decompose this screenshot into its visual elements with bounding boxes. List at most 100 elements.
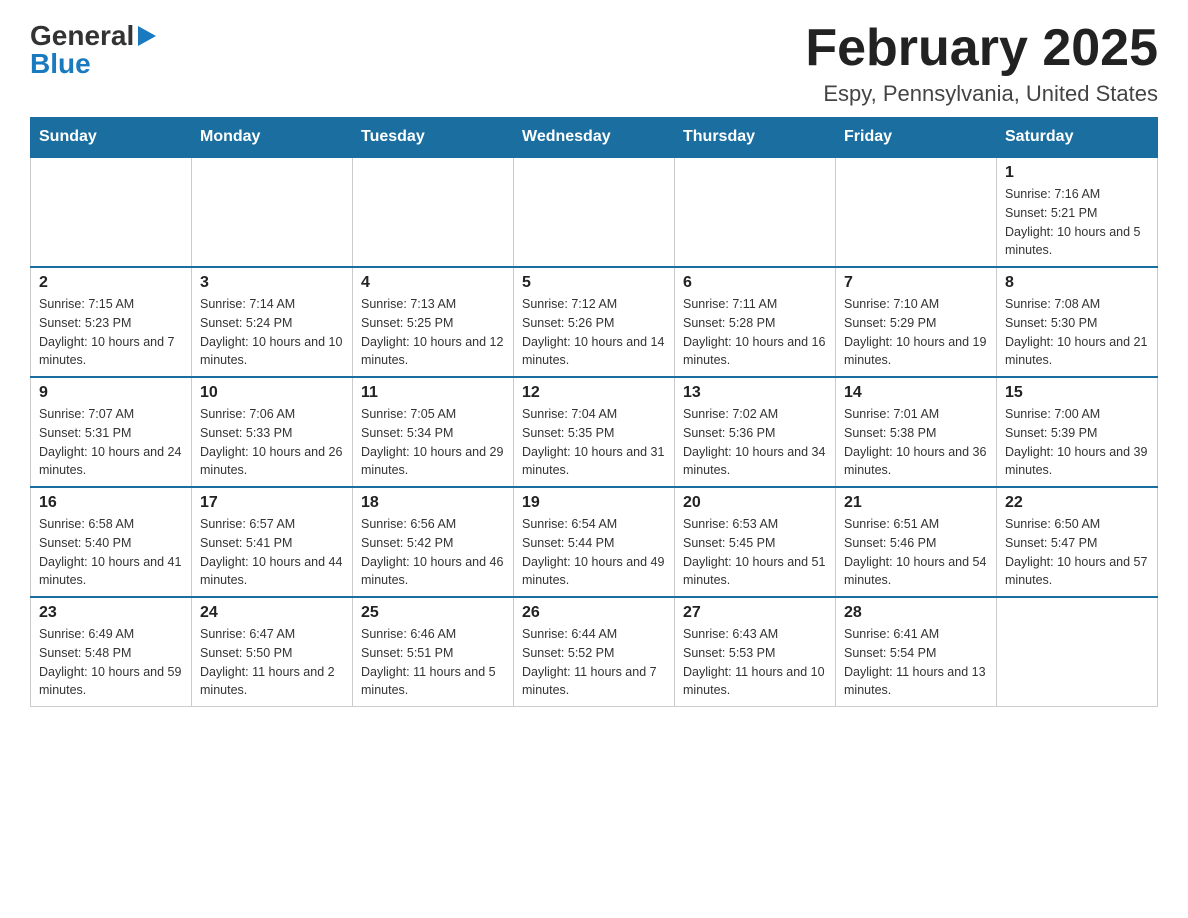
title-area: February 2025 Espy, Pennsylvania, United… [805,20,1158,107]
calendar-week-row: 16 Sunrise: 6:58 AM Sunset: 5:40 PM Dayli… [31,487,1158,597]
day-info: Sunrise: 6:50 AM Sunset: 5:47 PM Dayligh… [1005,515,1149,590]
calendar-cell: 10 Sunrise: 7:06 AM Sunset: 5:33 PM Dayli… [192,377,353,487]
day-info: Sunrise: 6:57 AM Sunset: 5:41 PM Dayligh… [200,515,344,590]
calendar-cell: 12 Sunrise: 7:04 AM Sunset: 5:35 PM Dayli… [514,377,675,487]
day-info: Sunrise: 7:01 AM Sunset: 5:38 PM Dayligh… [844,405,988,480]
calendar-cell: 24 Sunrise: 6:47 AM Sunset: 5:50 PM Dayli… [192,597,353,707]
calendar-week-row: 1Sunrise: 7:16 AM Sunset: 5:21 PM Daylig… [31,157,1158,267]
calendar-cell: 2Sunrise: 7:15 AM Sunset: 5:23 PM Daylig… [31,267,192,377]
day-number: 22 [1005,494,1149,512]
day-number: 7 [844,274,988,292]
day-number: 26 [522,604,666,622]
day-number: 9 [39,384,183,402]
weekday-header-thursday: Thursday [675,118,836,158]
calendar-cell [836,157,997,267]
logo-arrow-icon [138,26,156,46]
day-number: 6 [683,274,827,292]
day-number: 11 [361,384,505,402]
calendar-cell [192,157,353,267]
calendar-cell: 19 Sunrise: 6:54 AM Sunset: 5:44 PM Dayli… [514,487,675,597]
day-number: 8 [1005,274,1149,292]
calendar-week-row: 9 Sunrise: 7:07 AM Sunset: 5:31 PM Daylig… [31,377,1158,487]
day-number: 25 [361,604,505,622]
page-header: General Blue February 2025 Espy, Pennsyl… [30,20,1158,107]
calendar-cell: 17 Sunrise: 6:57 AM Sunset: 5:41 PM Dayli… [192,487,353,597]
calendar-cell [514,157,675,267]
day-info: Sunrise: 7:07 AM Sunset: 5:31 PM Dayligh… [39,405,183,480]
day-info: Sunrise: 7:05 AM Sunset: 5:34 PM Dayligh… [361,405,505,480]
calendar-cell: 5 Sunrise: 7:12 AM Sunset: 5:26 PM Daylig… [514,267,675,377]
weekday-header-tuesday: Tuesday [353,118,514,158]
day-number: 15 [1005,384,1149,402]
weekday-header-friday: Friday [836,118,997,158]
day-number: 27 [683,604,827,622]
calendar-cell: 7 Sunrise: 7:10 AM Sunset: 5:29 PM Daylig… [836,267,997,377]
day-number: 2 [39,274,183,292]
day-info: Sunrise: 6:41 AM Sunset: 5:54 PM Dayligh… [844,625,988,700]
day-number: 4 [361,274,505,292]
day-number: 19 [522,494,666,512]
day-info: Sunrise: 7:00 AM Sunset: 5:39 PM Dayligh… [1005,405,1149,480]
day-number: 5 [522,274,666,292]
day-info: Sunrise: 6:49 AM Sunset: 5:48 PM Dayligh… [39,625,183,700]
day-info: Sunrise: 6:58 AM Sunset: 5:40 PM Dayligh… [39,515,183,590]
day-number: 16 [39,494,183,512]
day-info: Sunrise: 6:53 AM Sunset: 5:45 PM Dayligh… [683,515,827,590]
calendar-cell: 22 Sunrise: 6:50 AM Sunset: 5:47 PM Dayli… [997,487,1158,597]
day-number: 3 [200,274,344,292]
day-number: 12 [522,384,666,402]
calendar-cell [353,157,514,267]
calendar-cell: 13 Sunrise: 7:02 AM Sunset: 5:36 PM Dayli… [675,377,836,487]
day-number: 13 [683,384,827,402]
calendar-cell: 9 Sunrise: 7:07 AM Sunset: 5:31 PM Daylig… [31,377,192,487]
calendar-cell: 8 Sunrise: 7:08 AM Sunset: 5:30 PM Daylig… [997,267,1158,377]
calendar-cell: 11 Sunrise: 7:05 AM Sunset: 5:34 PM Dayli… [353,377,514,487]
calendar-cell: 26 Sunrise: 6:44 AM Sunset: 5:52 PM Dayli… [514,597,675,707]
weekday-header-sunday: Sunday [31,118,192,158]
day-number: 17 [200,494,344,512]
day-info: Sunrise: 6:47 AM Sunset: 5:50 PM Dayligh… [200,625,344,700]
day-info: Sunrise: 7:04 AM Sunset: 5:35 PM Dayligh… [522,405,666,480]
day-number: 10 [200,384,344,402]
calendar-cell [675,157,836,267]
day-info: Sunrise: 7:13 AM Sunset: 5:25 PM Dayligh… [361,295,505,370]
weekday-header-wednesday: Wednesday [514,118,675,158]
day-number: 20 [683,494,827,512]
calendar-cell: 28Sunrise: 6:41 AM Sunset: 5:54 PM Dayli… [836,597,997,707]
calendar-cell [31,157,192,267]
day-info: Sunrise: 6:54 AM Sunset: 5:44 PM Dayligh… [522,515,666,590]
day-info: Sunrise: 6:56 AM Sunset: 5:42 PM Dayligh… [361,515,505,590]
day-info: Sunrise: 7:12 AM Sunset: 5:26 PM Dayligh… [522,295,666,370]
day-info: Sunrise: 7:11 AM Sunset: 5:28 PM Dayligh… [683,295,827,370]
calendar-cell: 16 Sunrise: 6:58 AM Sunset: 5:40 PM Dayli… [31,487,192,597]
calendar-cell: 27 Sunrise: 6:43 AM Sunset: 5:53 PM Dayli… [675,597,836,707]
day-info: Sunrise: 7:14 AM Sunset: 5:24 PM Dayligh… [200,295,344,370]
calendar-cell: 14 Sunrise: 7:01 AM Sunset: 5:38 PM Dayli… [836,377,997,487]
calendar-cell: 25Sunrise: 6:46 AM Sunset: 5:51 PM Dayli… [353,597,514,707]
day-number: 23 [39,604,183,622]
day-info: Sunrise: 6:43 AM Sunset: 5:53 PM Dayligh… [683,625,827,700]
calendar-header-row: SundayMondayTuesdayWednesdayThursdayFrid… [31,118,1158,158]
day-info: Sunrise: 7:08 AM Sunset: 5:30 PM Dayligh… [1005,295,1149,370]
month-year-title: February 2025 [805,20,1158,77]
logo-blue-text: Blue [30,48,156,80]
day-info: Sunrise: 7:06 AM Sunset: 5:33 PM Dayligh… [200,405,344,480]
logo: General Blue [30,20,156,80]
day-number: 24 [200,604,344,622]
calendar-week-row: 23 Sunrise: 6:49 AM Sunset: 5:48 PM Dayli… [31,597,1158,707]
day-info: Sunrise: 6:44 AM Sunset: 5:52 PM Dayligh… [522,625,666,700]
weekday-header-monday: Monday [192,118,353,158]
location-subtitle: Espy, Pennsylvania, United States [805,81,1158,107]
day-number: 1 [1005,164,1149,182]
calendar-cell: 15 Sunrise: 7:00 AM Sunset: 5:39 PM Dayli… [997,377,1158,487]
day-info: Sunrise: 7:10 AM Sunset: 5:29 PM Dayligh… [844,295,988,370]
calendar-cell: 18 Sunrise: 6:56 AM Sunset: 5:42 PM Dayli… [353,487,514,597]
day-number: 14 [844,384,988,402]
day-info: Sunrise: 7:02 AM Sunset: 5:36 PM Dayligh… [683,405,827,480]
day-number: 21 [844,494,988,512]
day-number: 18 [361,494,505,512]
calendar-cell: 6 Sunrise: 7:11 AM Sunset: 5:28 PM Daylig… [675,267,836,377]
calendar-cell: 21Sunrise: 6:51 AM Sunset: 5:46 PM Dayli… [836,487,997,597]
calendar-table: SundayMondayTuesdayWednesdayThursdayFrid… [30,117,1158,707]
calendar-cell [997,597,1158,707]
